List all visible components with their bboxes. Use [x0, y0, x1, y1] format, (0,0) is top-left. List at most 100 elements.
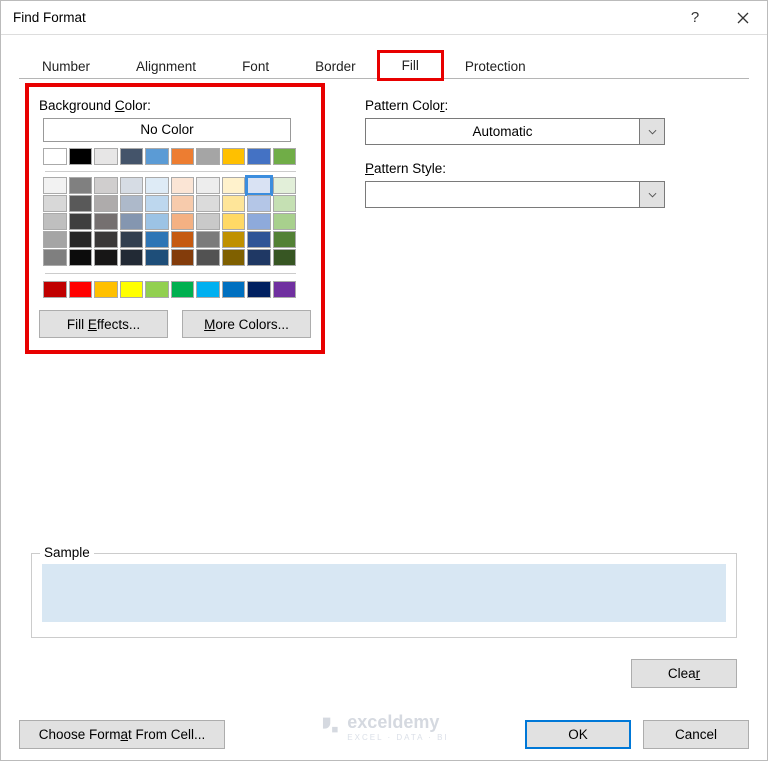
color-swatch[interactable]: [43, 195, 67, 212]
color-swatch[interactable]: [43, 177, 67, 194]
color-swatch[interactable]: [247, 148, 271, 165]
color-swatch[interactable]: [196, 249, 220, 266]
color-swatch[interactable]: [171, 195, 195, 212]
tab-fill[interactable]: Fill: [379, 52, 442, 79]
color-swatch[interactable]: [273, 281, 297, 298]
color-swatch[interactable]: [69, 231, 93, 248]
color-swatch[interactable]: [94, 148, 118, 165]
color-swatch[interactable]: [145, 195, 169, 212]
clear-button[interactable]: Clear: [631, 659, 737, 688]
cancel-button[interactable]: Cancel: [643, 720, 749, 749]
color-swatch[interactable]: [145, 231, 169, 248]
color-swatch[interactable]: [222, 281, 246, 298]
color-swatch[interactable]: [145, 148, 169, 165]
tab-alignment[interactable]: Alignment: [113, 53, 219, 79]
color-swatch[interactable]: [196, 213, 220, 230]
color-swatch[interactable]: [94, 195, 118, 212]
color-swatch[interactable]: [120, 213, 144, 230]
chevron-down-icon: [648, 129, 657, 135]
color-swatch[interactable]: [196, 195, 220, 212]
color-swatch[interactable]: [69, 281, 93, 298]
tab-bar: NumberAlignmentFontBorderFillProtection: [19, 53, 749, 79]
color-swatch[interactable]: [94, 281, 118, 298]
color-swatch[interactable]: [43, 231, 67, 248]
pattern-style-combo[interactable]: [365, 181, 665, 208]
color-swatch[interactable]: [247, 177, 271, 194]
pattern-style-dropdown-button[interactable]: [639, 181, 665, 208]
color-swatch[interactable]: [171, 231, 195, 248]
color-swatch[interactable]: [196, 177, 220, 194]
color-swatch[interactable]: [273, 148, 297, 165]
pattern-color-combo[interactable]: Automatic: [365, 118, 665, 145]
color-swatch[interactable]: [222, 213, 246, 230]
color-swatch[interactable]: [69, 213, 93, 230]
help-button[interactable]: ?: [671, 1, 719, 35]
color-swatch[interactable]: [196, 281, 220, 298]
color-swatch[interactable]: [145, 177, 169, 194]
color-swatch[interactable]: [120, 177, 144, 194]
color-swatch[interactable]: [171, 148, 195, 165]
color-swatch[interactable]: [43, 249, 67, 266]
color-swatch[interactable]: [145, 213, 169, 230]
no-color-button[interactable]: No Color: [43, 118, 291, 142]
color-swatch[interactable]: [222, 148, 246, 165]
color-swatch[interactable]: [171, 249, 195, 266]
color-swatch[interactable]: [222, 249, 246, 266]
background-color-label: Background Color:: [39, 98, 311, 113]
pattern-style-value: [365, 181, 639, 208]
title-bar: Find Format ?: [1, 1, 767, 35]
choose-format-from-cell-button[interactable]: Choose Format From Cell...: [19, 720, 225, 749]
color-swatch[interactable]: [120, 249, 144, 266]
color-swatch[interactable]: [69, 195, 93, 212]
color-swatch[interactable]: [247, 213, 271, 230]
color-swatch[interactable]: [94, 177, 118, 194]
color-swatch[interactable]: [171, 177, 195, 194]
color-swatch[interactable]: [247, 195, 271, 212]
color-swatch[interactable]: [196, 231, 220, 248]
close-icon: [737, 12, 749, 24]
color-swatch[interactable]: [94, 231, 118, 248]
color-swatch[interactable]: [94, 213, 118, 230]
color-swatch[interactable]: [222, 177, 246, 194]
color-swatch[interactable]: [273, 213, 297, 230]
color-swatch[interactable]: [43, 281, 67, 298]
color-swatch[interactable]: [171, 281, 195, 298]
color-swatch[interactable]: [196, 148, 220, 165]
color-swatch[interactable]: [43, 213, 67, 230]
fill-effects-button[interactable]: Fill Effects...: [39, 310, 168, 338]
tab-protection[interactable]: Protection: [442, 53, 549, 79]
color-swatch[interactable]: [273, 249, 297, 266]
color-swatch[interactable]: [145, 281, 169, 298]
color-swatch[interactable]: [247, 249, 271, 266]
tab-border[interactable]: Border: [292, 53, 379, 79]
chevron-down-icon: [648, 192, 657, 198]
color-swatch[interactable]: [273, 195, 297, 212]
tab-number[interactable]: Number: [19, 53, 113, 79]
color-swatch[interactable]: [247, 281, 271, 298]
window-title: Find Format: [13, 10, 671, 25]
color-swatch[interactable]: [120, 281, 144, 298]
close-button[interactable]: [719, 1, 767, 35]
color-swatch[interactable]: [222, 195, 246, 212]
color-swatch[interactable]: [69, 148, 93, 165]
color-swatch[interactable]: [69, 249, 93, 266]
color-swatch[interactable]: [94, 249, 118, 266]
ok-button[interactable]: OK: [525, 720, 631, 749]
background-color-panel: Background Color: No Color Fill Effects.…: [25, 83, 325, 354]
footer-row: Choose Format From Cell... OK Cancel: [19, 720, 749, 749]
color-swatch[interactable]: [247, 231, 271, 248]
color-swatch[interactable]: [69, 177, 93, 194]
color-swatch[interactable]: [120, 231, 144, 248]
pattern-color-label: Pattern Color:: [365, 98, 737, 113]
more-colors-button[interactable]: More Colors...: [182, 310, 311, 338]
color-swatch[interactable]: [171, 213, 195, 230]
color-swatch[interactable]: [273, 177, 297, 194]
color-swatch[interactable]: [145, 249, 169, 266]
color-swatch[interactable]: [222, 231, 246, 248]
pattern-color-dropdown-button[interactable]: [639, 118, 665, 145]
color-swatch[interactable]: [120, 195, 144, 212]
color-swatch[interactable]: [120, 148, 144, 165]
color-swatch[interactable]: [43, 148, 67, 165]
color-swatch[interactable]: [273, 231, 297, 248]
tab-font[interactable]: Font: [219, 53, 292, 79]
